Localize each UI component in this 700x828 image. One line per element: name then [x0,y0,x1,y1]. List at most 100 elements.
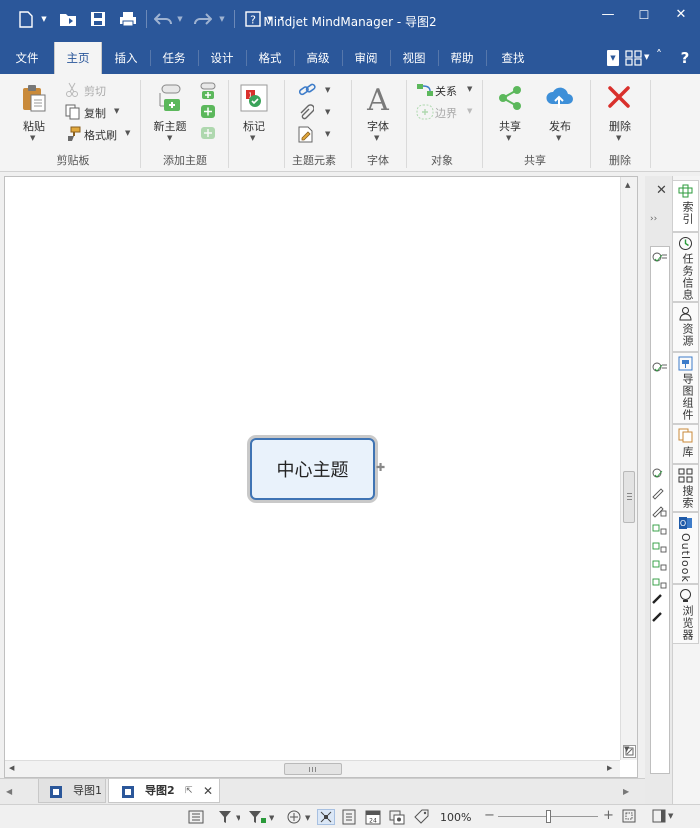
format-painter-button[interactable]: 格式刷 [84,127,117,143]
layout-caret-icon[interactable]: ▼ [644,53,649,61]
tab-view[interactable]: 视图 [391,42,437,74]
close-pane-icon[interactable]: ✕ [656,183,667,198]
tabs-scroll-right-icon[interactable]: ▶ [623,787,629,796]
central-topic[interactable]: 中心主题 [250,438,375,500]
help-dropdown-caret-icon[interactable]: ▼ [266,8,274,30]
paste-button-label[interactable]: 粘贴 [14,118,54,134]
tab-format[interactable]: 格式 [247,42,293,74]
markers-button-label[interactable]: 标记 [234,118,274,134]
redo-icon[interactable] [192,8,214,30]
notes-icon[interactable] [298,126,314,146]
delete-icon[interactable] [606,84,632,113]
add-floating-topic-icon[interactable] [200,126,216,145]
filter-icon[interactable]: ▼ [218,809,242,825]
hyperlink-icon[interactable] [298,82,316,101]
cut-button[interactable]: 剪切 [84,83,106,99]
tab-home[interactable]: 主页 [54,42,102,75]
copy-button[interactable]: 复制 [84,105,106,121]
document-tab-map1[interactable]: 导图1 [38,779,106,803]
paste-icon[interactable] [20,84,48,117]
undo-icon[interactable] [152,8,174,30]
scroll-up-icon[interactable]: ▲ [625,181,630,189]
share-button-label[interactable]: 共享 [490,118,530,134]
zoom-slider-thumb[interactable] [546,810,551,823]
tab-help[interactable]: 帮助 [439,42,485,74]
tabs-scroll-left-icon[interactable]: ◀ [6,787,12,796]
tab-search[interactable]: 查找 [490,42,536,74]
outline-view-icon[interactable] [188,809,204,825]
delete-button-label[interactable]: 删除 [600,118,640,134]
layout-icon[interactable] [624,49,644,67]
new-dropdown-caret-icon[interactable]: ▼ [40,8,48,30]
add-subtopic-handle-icon[interactable]: ✚ [376,461,386,474]
tab-file[interactable]: 文件 [4,42,50,74]
tab-review[interactable]: 审阅 [343,42,389,74]
fit-to-window-icon[interactable] [622,809,636,825]
undo-dropdown-caret-icon[interactable]: ▼ [176,8,184,30]
redo-dropdown-caret-icon[interactable]: ▼ [218,8,226,30]
relationship-button[interactable]: 关系 [435,83,457,99]
scroll-right-icon[interactable]: ▶ [607,764,612,772]
float-window-icon[interactable]: ⇱ [185,779,193,803]
print-icon[interactable] [116,8,140,30]
copy-icon[interactable] [65,104,81,123]
boundary-icon[interactable] [416,104,434,123]
customize-caret-icon[interactable]: ⯆ [278,8,286,30]
linear-view-icon[interactable] [341,809,357,825]
add-subtopic-icon[interactable] [200,82,216,103]
cut-icon[interactable] [65,82,79,101]
vertical-scrollbar[interactable]: ▲ [620,177,637,760]
document-tab-map2[interactable]: 导图2 ⇱ ✕ [108,779,220,803]
share-icon[interactable] [496,84,524,115]
expand-pane-icon[interactable]: ›› [650,214,657,224]
markers-icon[interactable]: 1 [240,84,268,115]
close-button[interactable]: ✕ [670,6,692,24]
horizontal-scrollbar[interactable]: ◀ ▶ [5,760,620,777]
publish-icon[interactable] [544,84,574,115]
maximize-button[interactable]: ☐ [633,6,655,24]
level-of-detail-icon[interactable]: ▼ [286,809,312,825]
help-icon[interactable]: ? [242,8,264,30]
new-topic-icon[interactable] [156,84,184,117]
side-tab-resources[interactable]: 资源 [673,302,699,352]
zoom-out-icon[interactable]: − [484,808,495,823]
side-tab-map-parts[interactable]: 导图组件 [673,352,699,424]
tab-tasks[interactable]: 任务 [151,42,197,74]
side-tab-browser[interactable]: 浏览器 [673,584,699,644]
ribbon-options-dropdown[interactable]: ▼ [607,50,619,66]
new-document-icon[interactable] [16,8,36,30]
side-tab-index[interactable]: 索引 [673,180,699,232]
task-pane-caret-icon[interactable]: ▼ [668,812,673,820]
tab-advanced[interactable]: 高级 [295,42,341,74]
vertical-scroll-thumb[interactable] [623,471,635,523]
format-painter-icon[interactable] [65,126,81,145]
filter-advanced-icon[interactable]: ▼ [248,809,275,825]
boundary-button[interactable]: 边界 [435,105,457,121]
add-callout-icon[interactable] [200,104,216,123]
side-tab-search[interactable]: 搜索 [673,464,699,512]
publish-button-label[interactable]: 发布 [540,118,580,134]
zoom-in-icon[interactable]: + [603,808,614,823]
help-question-icon[interactable]: ? [676,49,694,67]
scroll-left-icon[interactable]: ◀ [9,764,14,772]
relationship-icon[interactable] [416,82,434,101]
tag-view-icon[interactable] [413,809,431,825]
font-button-label[interactable]: 字体 [358,118,398,134]
tab-design[interactable]: 设计 [199,42,245,74]
map-view-icon[interactable] [317,809,335,825]
minimize-button[interactable]: — [597,6,619,24]
collapse-ribbon-icon[interactable]: ˄ [656,48,662,62]
tab-insert[interactable]: 插入 [103,42,149,74]
slides-view-icon[interactable] [389,809,405,825]
save-icon[interactable] [86,8,110,30]
attachment-icon[interactable] [298,104,315,125]
open-folder-icon[interactable] [56,8,80,30]
scroll-down-icon[interactable]: ▼ [624,745,629,753]
horizontal-scroll-thumb[interactable] [284,763,342,775]
gantt-calendar-icon[interactable]: 24 [365,809,381,825]
side-tab-library[interactable]: 库 [673,424,699,464]
zoom-level[interactable]: 100% [440,811,471,824]
side-tab-outlook[interactable]: O Outlook [673,512,699,584]
index-pane[interactable] [650,246,670,774]
task-pane-toggle-icon[interactable] [652,809,666,825]
